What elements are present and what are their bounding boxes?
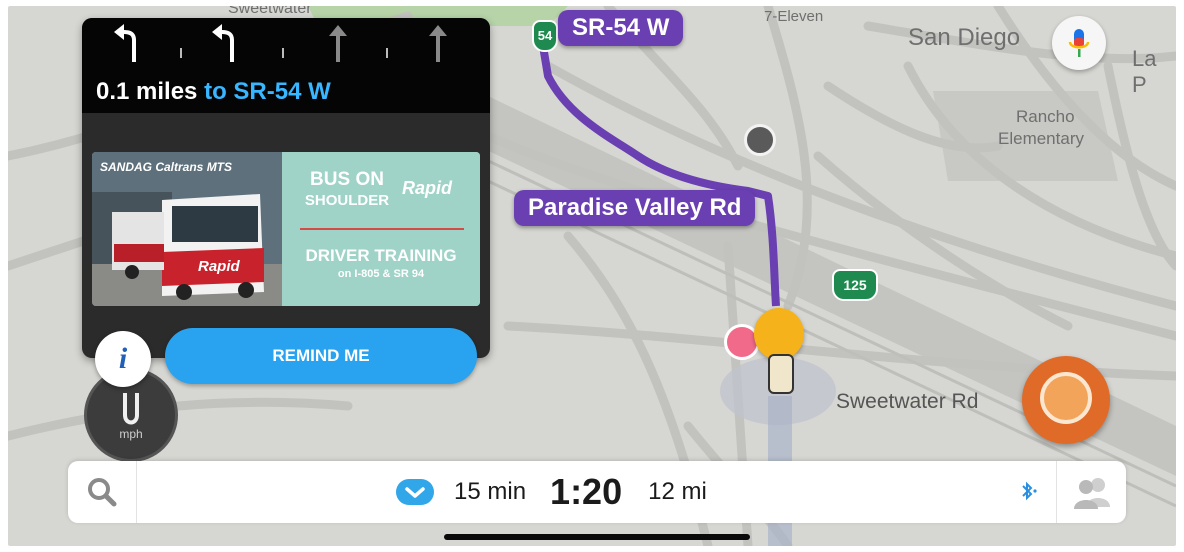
- report-pin-icon: [1040, 372, 1092, 424]
- route-label-paradise-valley: Paradise Valley Rd: [514, 190, 756, 226]
- straight-arrow-icon: [329, 25, 347, 62]
- ad-copy: BUS ON SHOULDER Rapid DRIVER TRAINING on…: [282, 152, 480, 306]
- ad-subhead-2: on I-805 & SR 94: [337, 268, 425, 280]
- microphone-icon: [1068, 29, 1090, 57]
- ad-bus-image: SANDAG Caltrans MTS Rapid: [92, 152, 282, 306]
- instruction-road: SR-54 W: [233, 78, 331, 105]
- place-label: Elementary: [998, 129, 1084, 148]
- remind-me-button[interactable]: REMIND ME: [165, 328, 477, 384]
- lane-divider: [282, 48, 284, 58]
- instruction-distance: 0.1 miles: [96, 78, 198, 105]
- car-body-icon: [768, 354, 794, 394]
- ad-subhead: DRIVER TRAINING: [305, 246, 457, 265]
- turn-instruction-panel: 0.1 miles to SR-54 W: [82, 18, 490, 113]
- ad-headline: BUS ON: [310, 169, 384, 190]
- route-label-sr54w: SR-54 W: [558, 10, 684, 46]
- speed-value-glyph: [123, 393, 139, 425]
- home-indicator[interactable]: [444, 534, 750, 540]
- place-label: Sweetwater: [228, 6, 312, 17]
- straight-arrow-icon: [429, 25, 447, 62]
- user-car-icon[interactable]: [754, 308, 804, 360]
- turn-instruction: 0.1 miles to SR-54 W: [96, 78, 331, 106]
- eta-distance: 12 mi: [648, 478, 707, 505]
- place-label: Rancho: [1016, 107, 1075, 126]
- poi-label: 7-Eleven: [764, 8, 824, 25]
- instruction-connector: to: [204, 78, 227, 105]
- info-button[interactable]: i: [95, 331, 151, 387]
- bluetooth-icon: [1022, 481, 1037, 501]
- speed-unit: mph: [119, 427, 143, 441]
- turn-left-arrow-icon: [212, 24, 234, 62]
- lane-divider: [386, 48, 388, 58]
- eta-duration: 15 min: [454, 478, 527, 505]
- report-button[interactable]: [1022, 356, 1110, 444]
- highway-shield: 54: [532, 20, 558, 52]
- ad-sponsors: SANDAG Caltrans MTS: [100, 160, 233, 174]
- wazer-icon[interactable]: [744, 124, 776, 156]
- promo-ad[interactable]: SANDAG Caltrans MTS Rapid BUS ON SHOULDE…: [92, 152, 480, 306]
- eta-summary[interactable]: 15 min 1:20 12 mi: [396, 461, 707, 523]
- info-icon: i: [118, 342, 128, 375]
- navigation-card: 0.1 miles to SR-54 W SANDAG Caltrans MTS…: [82, 18, 490, 358]
- city-label: San Diego: [908, 24, 1021, 51]
- ad-headline-2: SHOULDER: [304, 192, 390, 209]
- voice-command-button[interactable]: [1052, 16, 1106, 70]
- ad-rapid-logo: Rapid: [402, 178, 453, 198]
- chevron-down-icon[interactable]: [396, 479, 434, 505]
- bus-sign: Rapid: [198, 258, 240, 275]
- city-label-partial: La P: [1132, 46, 1157, 97]
- eta-arrival-time: 1:20: [550, 471, 623, 512]
- turn-left-arrow-icon: [114, 24, 136, 62]
- friends-icon: [1074, 478, 1110, 509]
- bus-illustration: [92, 152, 282, 306]
- search-icon: [88, 478, 117, 507]
- eta-bar[interactable]: 15 min 1:20 12 mi: [68, 461, 1126, 523]
- ad-divider: [300, 228, 464, 230]
- lane-divider: [180, 48, 182, 58]
- street-label: Sweetwater Rd: [836, 390, 979, 413]
- friends-button[interactable]: [1056, 461, 1127, 523]
- highway-shield: 125: [832, 269, 878, 301]
- search-button[interactable]: [68, 461, 137, 523]
